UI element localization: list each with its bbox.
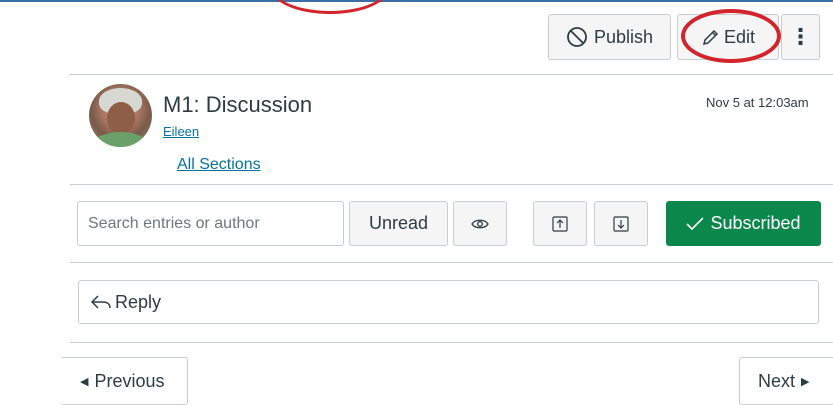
divider: [70, 74, 833, 75]
expand-icon: [552, 215, 568, 232]
post-date: Nov 5 at 12:03am: [706, 95, 809, 110]
no-entry-icon: [566, 26, 588, 48]
publish-button[interactable]: Publish: [548, 14, 671, 60]
unread-label: Unread: [368, 213, 429, 233]
divider: [70, 262, 833, 263]
page-title: M1: Discussion: [163, 92, 313, 117]
divider: [70, 184, 833, 185]
sections-link[interactable]: All Sections: [177, 156, 261, 174]
eye-icon: [471, 218, 489, 230]
annotation-circle-top: [270, 0, 390, 14]
next-button[interactable]: Next ▶: [739, 357, 833, 405]
reply-arrow-icon: [91, 294, 111, 310]
collapse-threads-button[interactable]: [594, 201, 648, 246]
caret-right-icon: ▶: [801, 375, 810, 388]
publish-label: Publish: [593, 26, 654, 47]
pencil-icon: [701, 27, 721, 47]
more-options-button[interactable]: ⋮: [781, 14, 820, 60]
checkmark-icon: [686, 216, 705, 231]
expand-threads-button[interactable]: [533, 201, 587, 246]
caret-left-icon: ◀: [80, 375, 89, 388]
edit-button[interactable]: Edit: [677, 14, 779, 60]
subscribed-button[interactable]: Subscribed: [666, 201, 821, 246]
more-vertical-icon: ⋮: [789, 24, 812, 49]
collapse-icon: [613, 215, 629, 232]
next-label: Next: [758, 370, 796, 391]
previous-label: Previous: [94, 370, 165, 391]
mark-all-read-button[interactable]: [453, 201, 507, 246]
reply-button[interactable]: Reply: [78, 280, 819, 324]
previous-button[interactable]: ◀ Previous: [60, 357, 188, 405]
search-input[interactable]: [77, 201, 344, 246]
unread-filter-button[interactable]: Unread: [349, 201, 448, 246]
author-link[interactable]: Eileen: [163, 124, 199, 139]
edit-label: Edit: [723, 26, 756, 47]
subscribed-label: Subscribed: [710, 213, 801, 233]
avatar[interactable]: [89, 84, 152, 147]
top-border: [0, 0, 833, 2]
reply-label: Reply: [115, 291, 162, 312]
divider: [70, 342, 833, 343]
